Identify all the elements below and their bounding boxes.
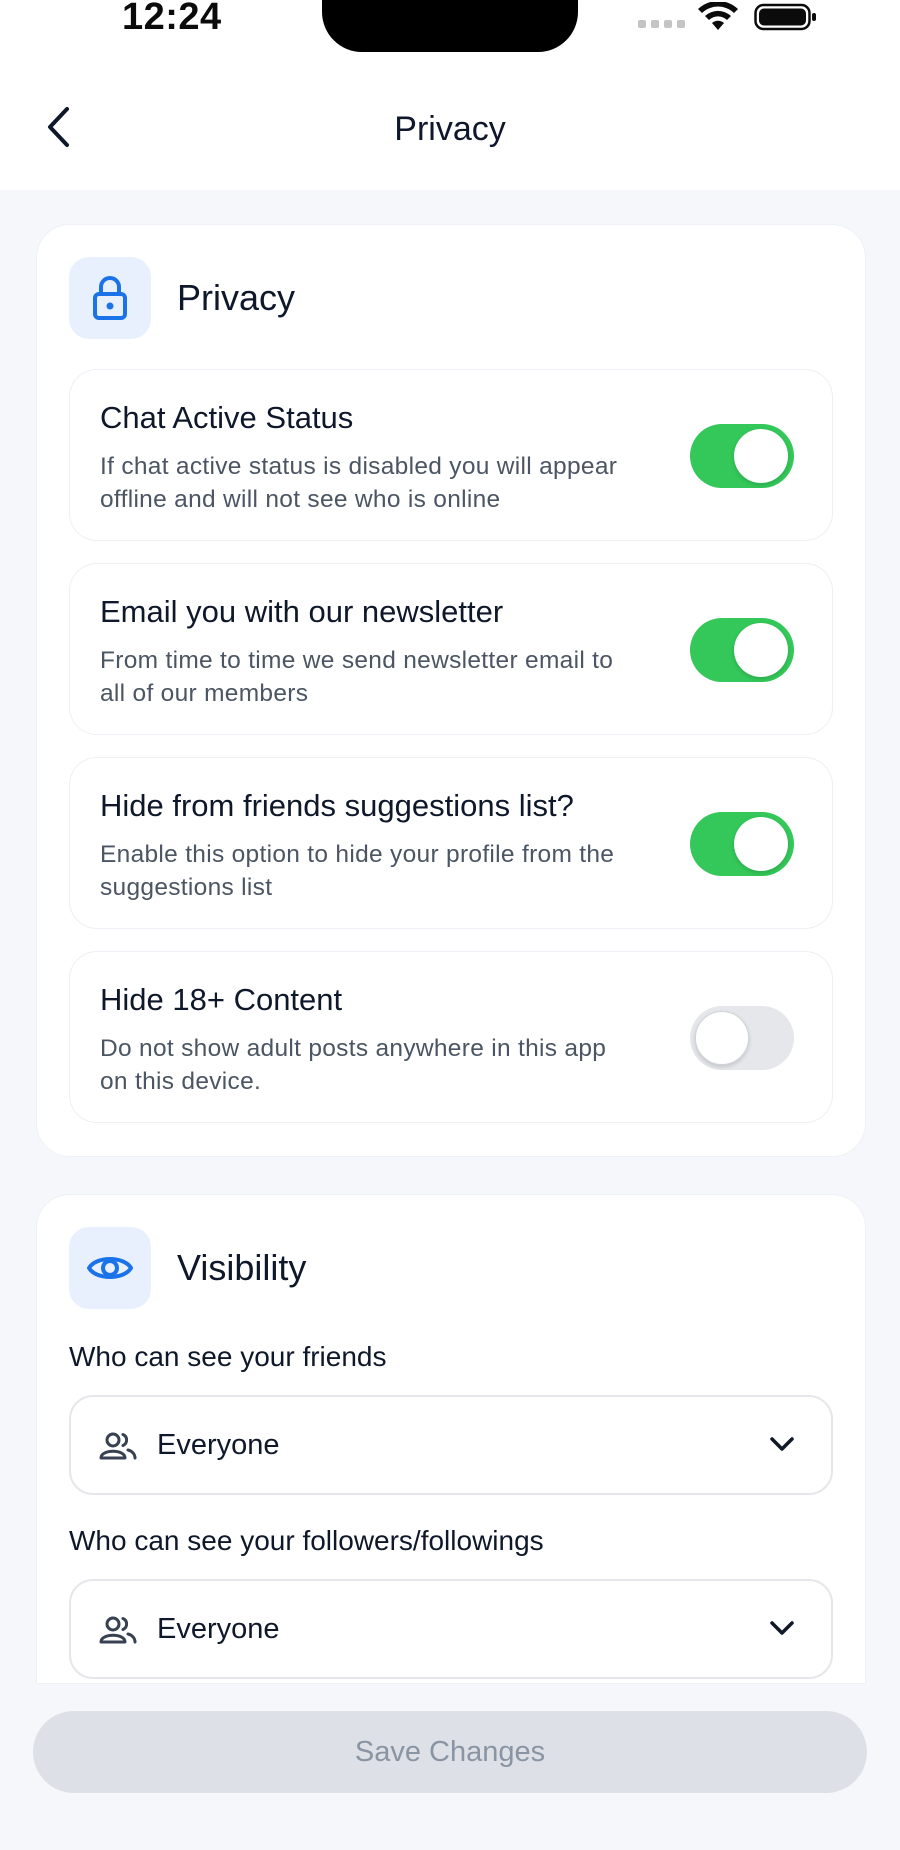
hide-adult-content-toggle[interactable]	[690, 1006, 794, 1070]
dynamic-island	[322, 0, 578, 52]
option-description-line: Do not show adult posts anywhere in this…	[100, 1035, 607, 1062]
chevron-down-icon	[770, 1437, 794, 1451]
option-description-line: on this device.	[100, 1068, 262, 1095]
visibility-card: Visibility Who can see your friends Ever…	[36, 1194, 866, 1684]
visibility-section-title: Visibility	[177, 1247, 307, 1288]
option-title: Email you with our newsletter	[100, 594, 504, 629]
followers-visibility-select[interactable]: Everyone	[69, 1579, 833, 1679]
option-description: From time to time we send newsletter ema…	[100, 644, 660, 710]
option-description-line: suggestions list	[100, 874, 273, 901]
followers-visibility-label: Who can see your followers/followings	[69, 1525, 544, 1556]
newsletter-toggle[interactable]	[690, 618, 794, 682]
option-title: Hide from friends suggestions list?	[100, 788, 574, 823]
status-time: 12:24	[122, 0, 222, 38]
app-header: Privacy	[0, 62, 900, 190]
wifi-icon	[696, 1, 740, 37]
friends-visibility-select[interactable]: Everyone	[69, 1395, 833, 1495]
toggle-knob	[734, 623, 788, 677]
eye-icon	[69, 1227, 151, 1309]
privacy-section-header: Privacy	[69, 257, 295, 339]
option-newsletter: Email you with our newsletter From time …	[69, 563, 833, 735]
option-hide-friends-suggestions: Hide from friends suggestions list? Enab…	[69, 757, 833, 929]
visibility-section-header: Visibility	[69, 1227, 306, 1309]
status-bar: 12:24	[0, 0, 900, 62]
bottom-action-bar: Save Changes	[0, 1684, 900, 1850]
cellular-signal-icon	[638, 20, 685, 28]
option-description-line: offline and will not see who is online	[100, 486, 501, 513]
option-hide-adult-content: Hide 18+ Content Do not show adult posts…	[69, 951, 833, 1123]
people-icon	[99, 1616, 137, 1644]
hide-friends-suggestions-toggle[interactable]	[690, 812, 794, 876]
option-description: Enable this option to hide your profile …	[100, 838, 660, 904]
save-changes-button[interactable]: Save Changes	[33, 1711, 867, 1793]
lock-icon	[69, 257, 151, 339]
privacy-card: Privacy Chat Active Status If chat activ…	[36, 224, 866, 1157]
option-description-line: If chat active status is disabled you wi…	[100, 453, 618, 480]
option-description-line: all of our members	[100, 680, 309, 707]
toggle-knob	[734, 429, 788, 483]
toggle-knob	[695, 1011, 749, 1065]
people-icon	[99, 1432, 137, 1460]
page-title: Privacy	[394, 110, 506, 148]
option-description: If chat active status is disabled you wi…	[100, 450, 660, 516]
option-chat-active-status: Chat Active Status If chat active status…	[69, 369, 833, 541]
privacy-section-title: Privacy	[177, 277, 296, 318]
select-value: Everyone	[157, 1613, 280, 1645]
chat-active-status-toggle[interactable]	[690, 424, 794, 488]
select-value: Everyone	[157, 1429, 280, 1461]
option-description: Do not show adult posts anywhere in this…	[100, 1032, 660, 1098]
option-description-line: From time to time we send newsletter ema…	[100, 647, 614, 674]
option-title: Chat Active Status	[100, 400, 354, 435]
option-description-line: Enable this option to hide your profile …	[100, 841, 615, 868]
toggle-knob	[734, 817, 788, 871]
chevron-down-icon	[770, 1621, 794, 1635]
option-title: Hide 18+ Content	[100, 982, 343, 1017]
friends-visibility-label: Who can see your friends	[69, 1341, 387, 1372]
battery-icon	[754, 2, 818, 37]
